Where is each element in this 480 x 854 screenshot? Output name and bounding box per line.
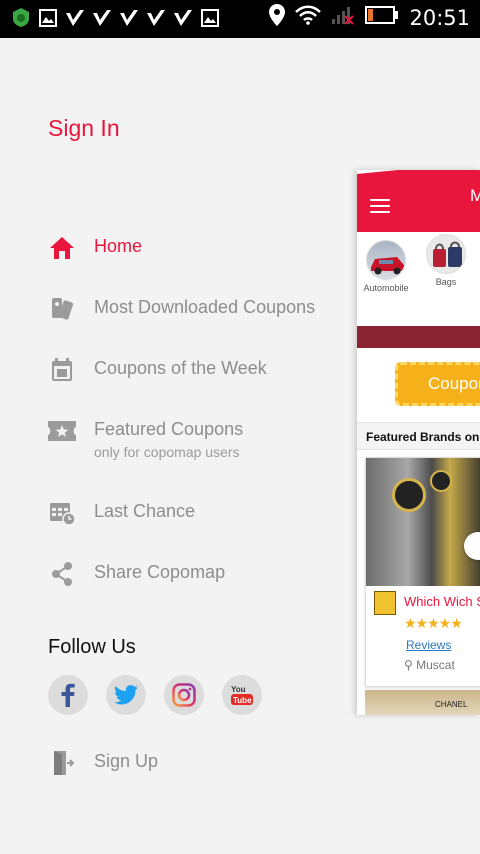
shield-app-icon [10, 7, 31, 28]
menu-item-sign-up[interactable]: Sign Up [48, 749, 158, 785]
svg-text:You: You [231, 685, 246, 694]
menu-item-label: Sign Up [94, 751, 159, 771]
menu-item-label: Featured Coupons [94, 419, 244, 439]
category-label: Automobile [363, 283, 409, 293]
facebook-icon[interactable] [48, 675, 88, 715]
youtube-icon[interactable]: You Tube [222, 675, 262, 715]
image-icon [199, 7, 220, 28]
calendar-icon [48, 356, 76, 384]
bag-icon [426, 234, 466, 274]
menu-item-last-chance[interactable]: Last Chance [48, 499, 195, 535]
menu-item-featured-coupons[interactable]: Featured Coupons only for copomap users [48, 417, 243, 467]
navigation-drawer: Sign In Home Most Downloaded Coupons Cou… [0, 38, 357, 854]
calendar-clock-icon [48, 499, 76, 527]
system-icons: 20:51 [269, 4, 470, 31]
location-icon [269, 4, 286, 31]
category-automobile[interactable]: Automobile [361, 240, 411, 293]
menu-item-label: Home [94, 236, 143, 256]
next-brand-label: CHANEL [435, 700, 468, 709]
menu-item-coupons-week[interactable]: Coupons of the Week [48, 356, 267, 392]
twitter-icon[interactable] [106, 675, 146, 715]
menu-item-label: Coupons of the Week [94, 358, 267, 378]
category-bags[interactable]: Bags [421, 234, 471, 287]
menu-item-label: Share Copomap [94, 562, 226, 582]
clock: 20:51 [409, 5, 470, 30]
brand-image [366, 458, 480, 586]
featured-brands-header: Featured Brands on [357, 422, 480, 450]
brand-logo-graphic [392, 478, 426, 512]
menu-item-most-downloaded[interactable]: Most Downloaded Coupons [48, 295, 315, 331]
location-row: ⚲ Muscat [404, 658, 455, 672]
notification-icons [10, 7, 220, 28]
signal-icon [331, 5, 355, 30]
coupons-download-icon [48, 295, 76, 323]
ticket-star-icon [48, 417, 76, 445]
next-brand-card[interactable]: CHANEL [365, 690, 480, 715]
brand-logo-graphic [430, 470, 452, 492]
menu-item-label: Last Chance [94, 501, 196, 521]
svg-text:Tube: Tube [233, 696, 252, 705]
menu-item-sublabel: only for copomap users [94, 444, 240, 460]
rating-stars: ★★★★★ [404, 615, 463, 631]
brand-name[interactable]: Which Wich S [404, 594, 480, 609]
brand-logo [374, 591, 396, 615]
check-icon [145, 7, 166, 28]
battery-icon [365, 5, 399, 30]
instagram-icon[interactable] [164, 675, 204, 715]
coupon-button[interactable]: Coupon [395, 362, 480, 406]
check-icon [172, 7, 193, 28]
menu-item-share[interactable]: Share Copomap [48, 560, 225, 596]
image-icon [37, 7, 58, 28]
share-icon [48, 560, 76, 588]
category-label: Bags [435, 277, 457, 287]
reviews-link[interactable]: Reviews [406, 638, 451, 652]
wifi-icon [295, 5, 322, 30]
brand-card[interactable]: Which Wich S ★★★★★ Reviews ⚲ Muscat [365, 457, 480, 687]
toolbar-title: M [470, 186, 480, 205]
status-bar: 20:51 [0, 0, 480, 38]
home-icon [48, 234, 76, 262]
location-text: Muscat [416, 658, 455, 672]
featured-brands-title: Featured Brands on [366, 430, 480, 444]
sign-in-link[interactable]: Sign In [48, 115, 120, 142]
social-links: You Tube [48, 675, 262, 715]
location-pin-icon: ⚲ [404, 658, 417, 672]
follow-us-heading: Follow Us [48, 636, 136, 658]
menu-item-label: Most Downloaded Coupons [94, 297, 316, 317]
main-screen-preview[interactable]: M Automobile Bags Coupon Featured Brands… [357, 170, 480, 715]
menu-item-home[interactable]: Home [48, 234, 142, 270]
hamburger-menu-icon[interactable] [370, 195, 390, 217]
door-exit-icon [48, 749, 76, 777]
check-icon [64, 7, 85, 28]
check-icon [118, 7, 139, 28]
check-icon [91, 7, 112, 28]
banner-strip [357, 326, 480, 348]
car-icon [366, 240, 406, 280]
coupon-banner: Coupon [357, 348, 480, 418]
